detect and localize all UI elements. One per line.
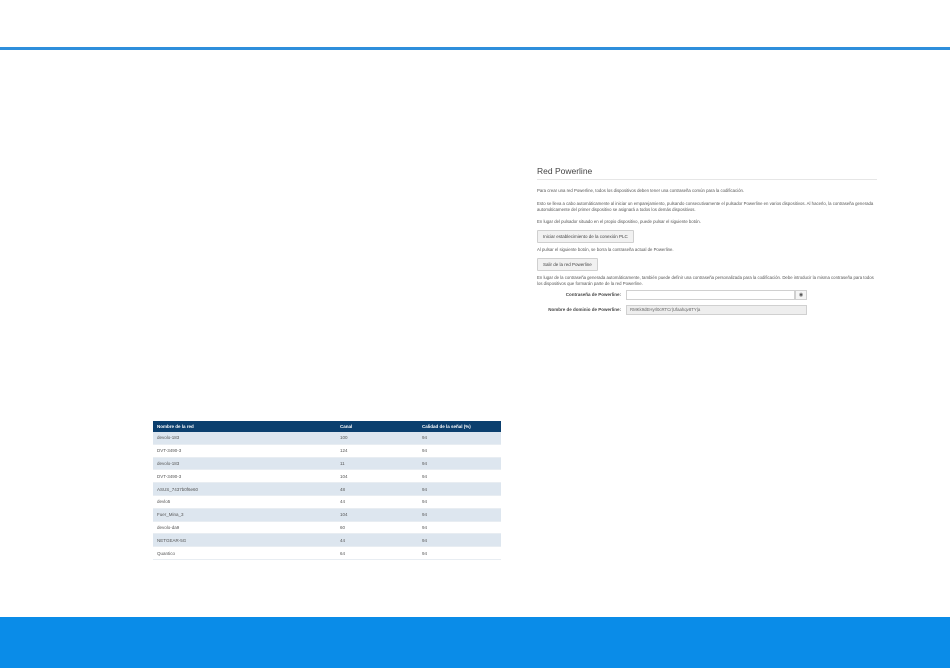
password-row: Contraseña de Powerline: ◉	[537, 289, 877, 303]
cell-channel: 48	[336, 482, 418, 496]
table-row: devolo-da9 60 94	[153, 521, 501, 535]
table-row: Quantico 64 94	[153, 546, 501, 560]
domain-label: Nombre de dominio de Powerline:	[548, 306, 621, 312]
cell-network: Quantico	[153, 546, 336, 560]
header-divider	[0, 47, 950, 50]
powerline-panel: Red Powerline Para crear una red Powerli…	[537, 160, 877, 323]
table-row: devolo-183 11 94	[153, 457, 501, 471]
cell-signal: 94	[418, 482, 501, 496]
pairing-text: Esto se lleva a cabo automáticamente al …	[537, 200, 874, 212]
cell-channel: 64	[336, 546, 418, 560]
cell-channel: 104	[336, 469, 418, 484]
button-hint-text: En lugar del pulsador situado en el prop…	[537, 219, 701, 225]
cell-channel: 11	[336, 457, 418, 471]
column-header-channel: Canal	[336, 421, 418, 432]
table-row: devolo-183 100 94	[153, 432, 501, 445]
cell-signal: 94	[418, 457, 501, 471]
cell-network: NETGEAR-5G	[153, 533, 336, 548]
leave-hint-text: Al pulsar el siguiente botón, se borra l…	[537, 247, 674, 253]
custom-password-text: En lugar de la contraseña generada autom…	[537, 274, 874, 286]
cell-network: DVT-3490-3	[153, 469, 336, 484]
cell-channel: 44	[336, 495, 418, 509]
eye-icon[interactable]: ◉	[795, 289, 807, 300]
cell-signal: 94	[418, 508, 501, 522]
footer-band	[0, 617, 950, 668]
cell-network: devolo-183	[153, 457, 336, 471]
cell-network: devlo5	[153, 495, 336, 509]
cell-network: ASUS_7437b0f6e60	[153, 482, 336, 496]
column-header-network: Nombre de la red	[153, 421, 336, 432]
cell-signal: 94	[418, 432, 501, 445]
cell-channel: 124	[336, 444, 418, 458]
password-field[interactable]	[626, 289, 795, 300]
cell-signal: 94	[418, 469, 501, 484]
cell-signal: 94	[418, 533, 501, 548]
table-row: DVT-3490-3 124 94	[153, 444, 501, 458]
cell-channel: 100	[336, 432, 418, 445]
leave-powerline-button[interactable]: Salir de la red Powerline	[537, 257, 598, 271]
password-label: Contraseña de Powerline:	[565, 291, 621, 297]
start-plc-button[interactable]: Iniciar establecimiento de la conexión P…	[537, 230, 634, 244]
table-row: ASUS_7437b0f6e60 48 94	[153, 482, 501, 496]
network-table: Nombre de la red Canal Calidad de la señ…	[153, 421, 501, 560]
domain-field: RMKk9dEHyrl0cRTCr|Ufaahqv8TY|a	[626, 304, 807, 315]
cell-signal: 94	[418, 495, 501, 509]
table-row: Fuer_Mina_3 104 94	[153, 508, 501, 522]
cell-channel: 44	[336, 533, 418, 548]
table-row: devlo5 44 94	[153, 495, 501, 509]
table-row: DVT-3490-3 104 94	[153, 469, 501, 484]
cell-signal: 94	[418, 444, 501, 458]
cell-network: devolo-da9	[153, 521, 336, 535]
cell-network: DVT-3490-3	[153, 444, 336, 458]
cell-channel: 60	[336, 521, 418, 535]
cell-network: Fuer_Mina_3	[153, 508, 336, 522]
table-header-row: Nombre de la red Canal Calidad de la señ…	[153, 421, 501, 432]
cell-network: devolo-183	[153, 432, 336, 445]
cell-channel: 104	[336, 508, 418, 522]
panel-title: Red Powerline	[537, 160, 877, 180]
intro-text: Para crear una red Powerline, todos los …	[537, 188, 745, 193]
column-header-signal: Calidad de la señal (%)	[418, 421, 501, 432]
cell-signal: 94	[418, 521, 501, 535]
cell-signal: 94	[418, 546, 501, 560]
domain-row: Nombre de dominio de Powerline: RMKk9dEH…	[537, 304, 877, 323]
table-row: NETGEAR-5G 44 94	[153, 533, 501, 548]
